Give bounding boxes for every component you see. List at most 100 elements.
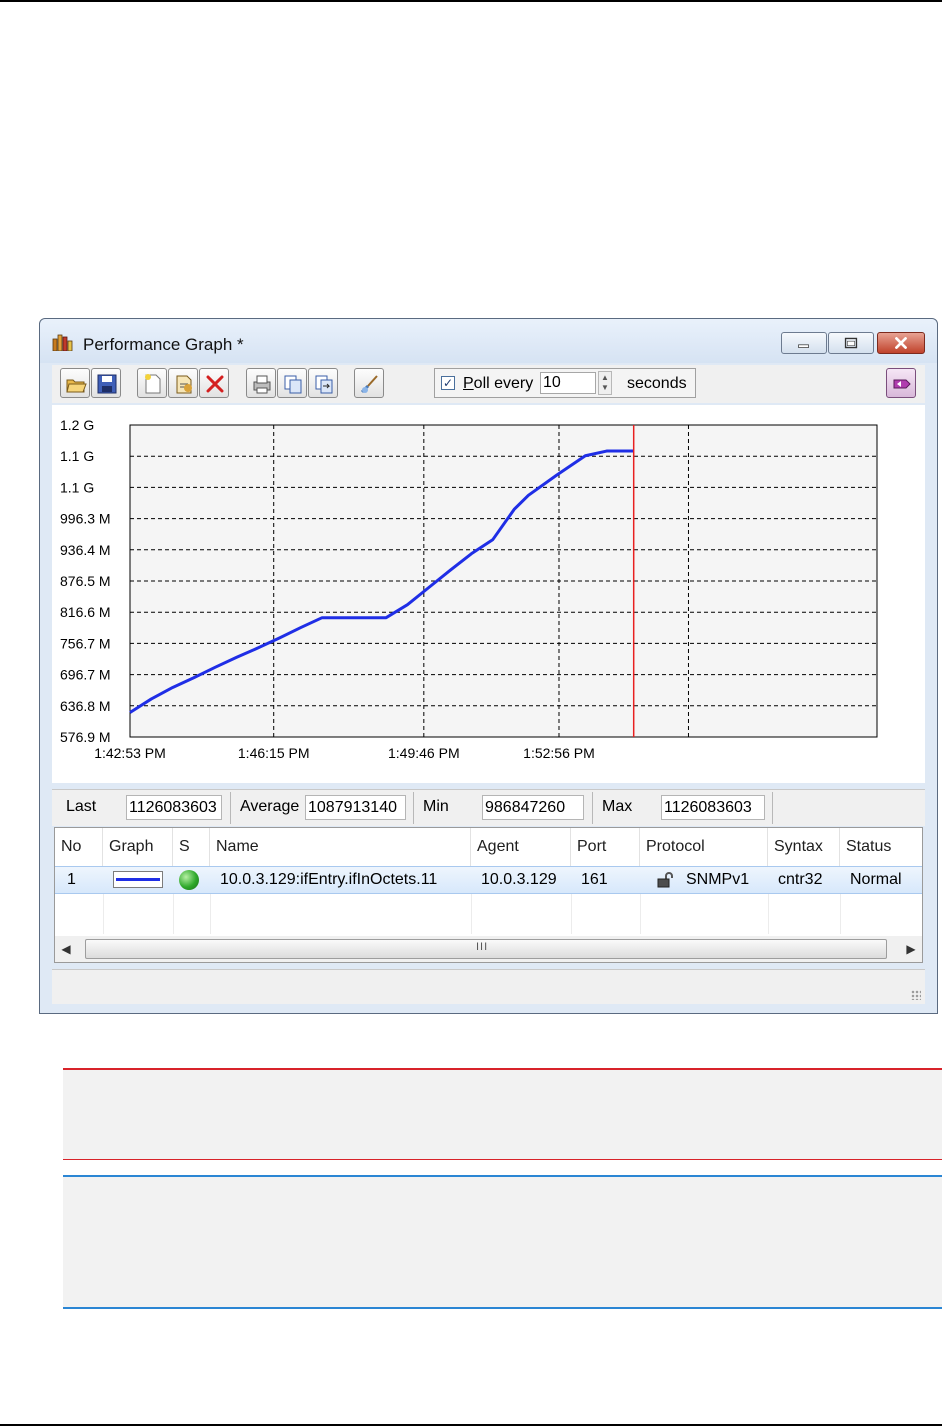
window-title: Performance Graph * bbox=[83, 335, 244, 354]
help-button[interactable] bbox=[886, 368, 916, 398]
performance-chart-panel: 1.2 G 1.1 G 1.1 G 996.3 M 936.4 M 876.5 M 816.… bbox=[52, 405, 925, 783]
graph-line-swatch bbox=[113, 871, 163, 888]
cell-no: 1 bbox=[67, 871, 76, 888]
copy-icon bbox=[284, 375, 302, 394]
column-header-protocol[interactable]: Protocol bbox=[640, 828, 768, 866]
scrollbar-grip: III bbox=[476, 941, 489, 953]
y-tick-label: 996.3 M bbox=[60, 511, 111, 527]
variables-table: No Graph S Name Agent Port Protocol Synt… bbox=[54, 827, 923, 963]
y-tick-label: 696.7 M bbox=[60, 667, 111, 683]
x-tick-label: 1:42:53 PM bbox=[94, 745, 166, 761]
open-button[interactable] bbox=[60, 368, 90, 398]
scrollbar-thumb[interactable]: III bbox=[85, 939, 887, 959]
info-note-box bbox=[63, 1175, 942, 1309]
min-label: Min bbox=[423, 798, 449, 815]
graph-line-sample bbox=[116, 878, 160, 881]
y-tick-label: 1.2 G bbox=[60, 417, 94, 433]
max-value: 1126083603 bbox=[661, 795, 765, 820]
average-label: Average bbox=[240, 798, 300, 815]
cell-syntax: cntr32 bbox=[778, 871, 823, 888]
scroll-left-icon[interactable]: ◀ bbox=[57, 939, 75, 959]
scroll-right-icon[interactable]: ▶ bbox=[902, 939, 920, 959]
help-icon bbox=[893, 379, 911, 389]
poll-every-label[interactable]: Poll every bbox=[463, 375, 533, 393]
column-header-port[interactable]: Port bbox=[571, 828, 640, 866]
print-button[interactable] bbox=[246, 368, 276, 398]
cell-agent: 10.0.3.129 bbox=[481, 871, 557, 888]
delete-button[interactable] bbox=[199, 368, 229, 398]
column-gridline bbox=[210, 894, 211, 934]
y-tick-label: 636.8 M bbox=[60, 698, 111, 714]
column-header-name[interactable]: Name bbox=[210, 828, 471, 866]
spin-down-icon[interactable]: ▼ bbox=[601, 384, 609, 392]
column-gridline bbox=[571, 894, 572, 934]
min-value: 986847260 bbox=[482, 795, 584, 820]
cell-port: 161 bbox=[581, 871, 608, 888]
spin-up-icon[interactable]: ▲ bbox=[601, 374, 609, 382]
page-top-rule bbox=[0, 0, 942, 2]
new-button[interactable] bbox=[137, 368, 167, 398]
cell-graph bbox=[103, 867, 173, 893]
copy-button[interactable] bbox=[277, 368, 307, 398]
properties-icon bbox=[360, 375, 378, 394]
column-gridline bbox=[640, 894, 641, 934]
export-button[interactable] bbox=[308, 368, 338, 398]
x-tick-label: 1:49:46 PM bbox=[388, 745, 460, 761]
poll-interval-input[interactable] bbox=[540, 372, 596, 394]
stats-divider bbox=[592, 792, 593, 824]
lock-icon bbox=[657, 871, 673, 888]
print-icon bbox=[253, 375, 271, 394]
column-header-graph[interactable]: Graph bbox=[103, 828, 173, 866]
statistics-bar: Last 1126083603 Average 1087913140 Min 9… bbox=[52, 789, 925, 826]
minimize-icon bbox=[798, 344, 809, 348]
performance-graph-window: Performance Graph * ✓ Poll every 10 ▲ ▼ … bbox=[39, 318, 938, 1014]
new-document-icon bbox=[145, 374, 161, 394]
column-gridline bbox=[768, 894, 769, 934]
table-header: No Graph S Name Agent Port Protocol Synt… bbox=[55, 828, 922, 866]
stats-divider bbox=[230, 792, 231, 824]
status-ok-icon bbox=[179, 870, 199, 890]
close-button[interactable] bbox=[877, 332, 925, 354]
stats-divider bbox=[772, 792, 773, 824]
y-tick-label: 1.1 G bbox=[60, 448, 94, 464]
close-icon bbox=[895, 337, 907, 349]
column-header-status[interactable]: Status bbox=[840, 828, 922, 866]
warning-note-box bbox=[63, 1068, 942, 1160]
export-icon bbox=[315, 375, 333, 394]
maximize-icon bbox=[844, 337, 858, 349]
y-tick-label: 576.9 M bbox=[60, 729, 111, 745]
poll-unit-label: seconds bbox=[627, 375, 687, 392]
performance-line-chart[interactable]: 1.2 G 1.1 G 1.1 G 996.3 M 936.4 M 876.5 M 816.… bbox=[52, 405, 925, 783]
y-tick-label: 756.7 M bbox=[60, 635, 111, 651]
table-row[interactable]: 1 10.0.3.129:ifEntry.ifInOctets.11 10.0.… bbox=[55, 866, 922, 894]
column-gridline bbox=[103, 894, 104, 934]
y-tick-label: 1.1 G bbox=[60, 479, 94, 495]
delete-icon bbox=[206, 375, 224, 393]
horizontal-scrollbar[interactable]: ◀ III ▶ bbox=[55, 936, 922, 962]
save-button[interactable] bbox=[91, 368, 121, 398]
properties-button[interactable] bbox=[354, 368, 384, 398]
protocol-label: SNMPv1 bbox=[686, 871, 750, 888]
y-tick-label: 936.4 M bbox=[60, 542, 111, 558]
title-bar[interactable]: Performance Graph * bbox=[40, 319, 937, 363]
resize-grip-icon[interactable] bbox=[911, 990, 921, 1000]
column-gridline bbox=[471, 894, 472, 934]
column-header-s[interactable]: S bbox=[173, 828, 210, 866]
add-variable-button[interactable] bbox=[168, 368, 198, 398]
minimize-button[interactable] bbox=[781, 332, 827, 354]
cell-s bbox=[173, 867, 210, 893]
last-label: Last bbox=[66, 798, 97, 815]
poll-every-control: ✓ Poll every ▲ ▼ seconds bbox=[434, 368, 696, 398]
cell-status: Normal bbox=[850, 871, 902, 888]
column-gridline bbox=[840, 894, 841, 934]
column-header-syntax[interactable]: Syntax bbox=[768, 828, 840, 866]
max-label: Max bbox=[602, 798, 633, 815]
open-folder-icon bbox=[66, 379, 87, 393]
maximize-button[interactable] bbox=[828, 332, 874, 354]
column-header-no[interactable]: No bbox=[55, 828, 103, 866]
average-value: 1087913140 bbox=[305, 795, 406, 820]
poll-interval-spinner[interactable]: ▲ ▼ bbox=[598, 371, 612, 395]
column-gridline bbox=[173, 894, 174, 934]
column-header-agent[interactable]: Agent bbox=[471, 828, 571, 866]
poll-every-checkbox[interactable]: ✓ bbox=[441, 376, 455, 390]
